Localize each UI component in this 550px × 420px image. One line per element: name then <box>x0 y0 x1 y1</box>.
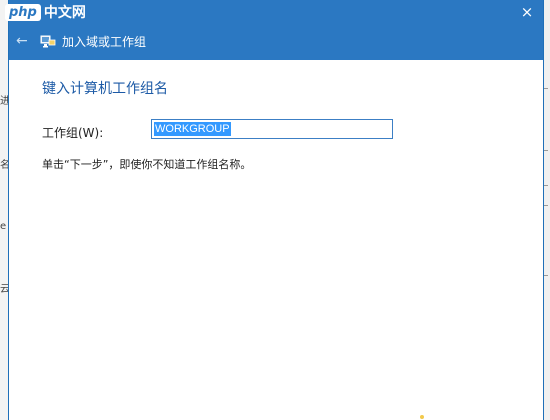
wizard-title: 加入域或工作组 <box>62 34 147 49</box>
decorative-dot <box>420 415 424 419</box>
dialog-titlebar: php 中文网 × ← 加入域或工作组 <box>5 0 543 60</box>
back-button[interactable]: ← <box>16 34 30 48</box>
background-text-fragment: e <box>0 221 7 232</box>
watermark-text: 中文网 <box>43 5 86 21</box>
workgroup-input[interactable]: WORKGROUP <box>151 119 393 139</box>
page-heading: 键入计算机工作组名 <box>42 81 168 97</box>
close-button[interactable]: × <box>519 4 535 20</box>
watermark-logo: php 中文网 <box>3 0 86 24</box>
back-arrow-icon: ← <box>16 33 28 49</box>
wizard-nav-row: ← 加入域或工作组 <box>9 30 146 52</box>
network-computer-icon <box>40 34 56 48</box>
hint-text: 单击“下一步”，即使你不知道工作组名称。 <box>42 158 252 171</box>
watermark-badge: php <box>5 3 41 21</box>
workgroup-label: 工作组(W): <box>42 126 104 140</box>
workgroup-input-selected-text: WORKGROUP <box>154 122 231 136</box>
close-icon: × <box>520 3 534 21</box>
join-domain-wizard-dialog: php 中文网 × ← 加入域或工作组 键入计算机工作组名 工作组(W): WO… <box>5 0 544 420</box>
